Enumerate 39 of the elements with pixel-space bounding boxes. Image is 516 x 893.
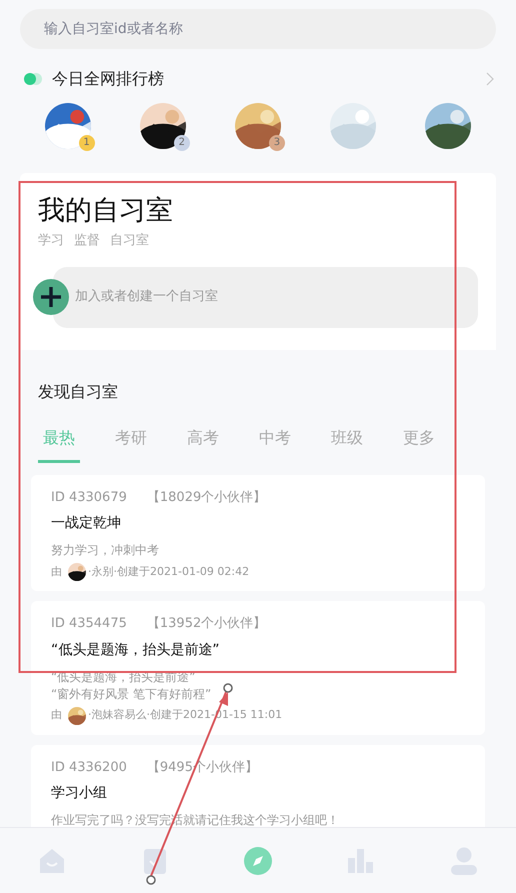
category-tab[interactable]: 高考 bbox=[182, 426, 224, 462]
plus-icon[interactable] bbox=[33, 279, 69, 315]
room-name: 学习小组 bbox=[51, 784, 108, 803]
medal-badge: 3 bbox=[268, 135, 285, 151]
category-tab[interactable]: 最热 bbox=[38, 426, 80, 462]
category-tab[interactable]: 班级 bbox=[326, 426, 368, 462]
compass-icon bbox=[244, 846, 272, 874]
by-label: 由 bbox=[51, 707, 62, 724]
by-label: 由 bbox=[51, 564, 62, 580]
room-card[interactable]: ID 4330679 【18029个小伙伴】 一战定乾坤 努力学习，冲刺中考 由 ·永别·创建于2021-01-09 02:42 bbox=[31, 474, 485, 591]
creator-info: ·永别·创建于2021-01-09 02:42 bbox=[88, 564, 250, 580]
tag-label: 学习 bbox=[38, 232, 64, 250]
home-icon bbox=[38, 846, 66, 874]
category-tab[interactable]: 中考 bbox=[254, 426, 296, 462]
tag-label: 自习室 bbox=[110, 232, 149, 250]
bar-chart-icon bbox=[347, 848, 376, 874]
room-name: “低头是题海，抬头是前途” bbox=[51, 640, 221, 660]
clipboard-icon bbox=[142, 846, 167, 874]
chevron-right-icon[interactable] bbox=[486, 72, 494, 86]
user-icon bbox=[450, 846, 478, 874]
room-description: “窗外有好风景 笔下有好前程” bbox=[51, 686, 212, 702]
room-id: ID 4354475 bbox=[51, 615, 127, 633]
toggle-dots-icon bbox=[24, 73, 42, 85]
category-tab[interactable]: 考研 bbox=[110, 426, 152, 462]
room-id: ID 4336200 bbox=[51, 758, 127, 776]
category-tab[interactable]: 更多 bbox=[398, 426, 440, 462]
medal-badge: 1 bbox=[78, 135, 95, 151]
member-count: 【13952个小伙伴】 bbox=[146, 615, 266, 633]
ranking-title: 今日全网排行榜 bbox=[52, 68, 164, 90]
member-count: 【18029个小伙伴】 bbox=[146, 488, 266, 506]
create-room-field[interactable]: 加入或者创建一个自习室 bbox=[53, 266, 478, 328]
room-id: ID 4330679 bbox=[51, 488, 127, 506]
discover-title: 发现自习室 bbox=[37, 380, 119, 402]
tag-label: 监督 bbox=[74, 232, 100, 250]
room-description: 努力学习，冲刺中考 bbox=[51, 542, 160, 559]
medal-badge: 2 bbox=[174, 135, 190, 151]
my-rooms-title: 我的自习室 bbox=[38, 194, 174, 228]
room-name: 一战定乾坤 bbox=[51, 514, 122, 533]
search-field[interactable]: 输入自习室id或者名称 bbox=[20, 9, 496, 49]
